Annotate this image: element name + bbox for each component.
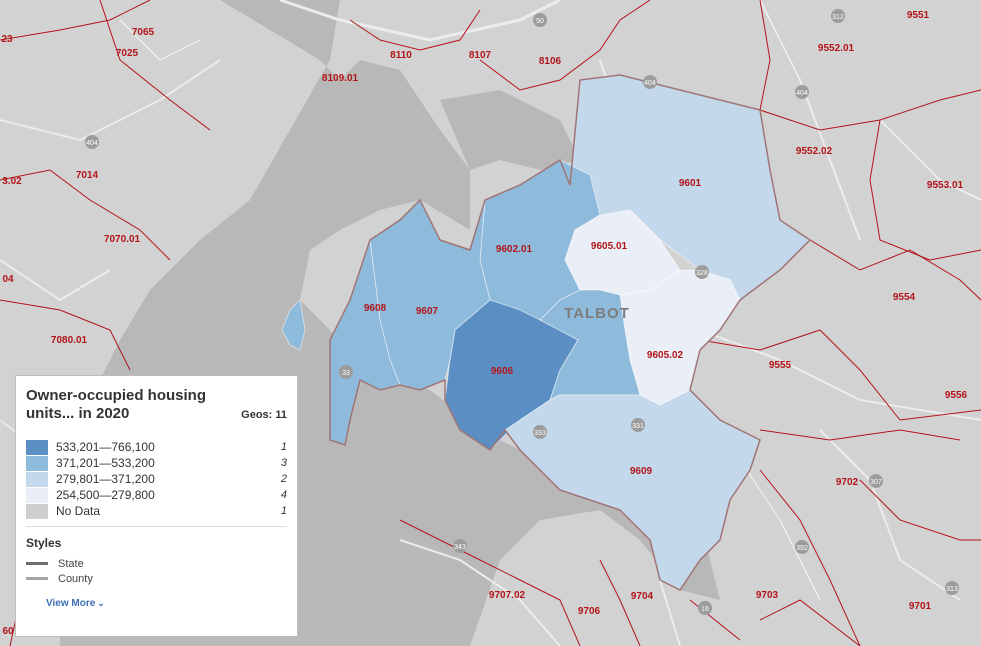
svg-text:404: 404 — [644, 80, 656, 87]
svg-text:8109.01: 8109.01 — [322, 73, 359, 84]
svg-text:328: 328 — [696, 270, 708, 277]
legend-class-row: 279,801—371,200 2 — [26, 471, 287, 487]
svg-text:50: 50 — [536, 18, 544, 25]
svg-text:9555: 9555 — [769, 360, 792, 371]
legend-panel: Owner-occupied housing units... in 2020 … — [15, 375, 298, 637]
shield-392-icon: 392 — [795, 540, 809, 554]
legend-class-row: 371,201—533,200 3 — [26, 455, 287, 471]
shield-343-icon: 343 — [453, 539, 467, 553]
legend-swatch — [26, 503, 48, 519]
svg-text:3.02: 3.02 — [2, 176, 22, 187]
county-label-talbot: TALBOT — [564, 305, 630, 322]
svg-text:8110: 8110 — [390, 50, 412, 61]
view-more-label: View More — [46, 598, 96, 609]
shield-404-icon: 404 — [795, 85, 809, 99]
legend-swatch — [26, 439, 48, 455]
label-9609: 9609 — [630, 466, 653, 477]
shield-312-icon: 312 — [831, 9, 845, 23]
label-9602-01: 9602.01 — [496, 244, 533, 255]
shield-16-icon: 16 — [698, 601, 712, 615]
svg-text:8107: 8107 — [469, 50, 492, 61]
svg-text:343: 343 — [454, 544, 466, 551]
svg-text:7070.01: 7070.01 — [104, 234, 141, 245]
styles-title: Styles — [26, 536, 62, 550]
svg-text:8106: 8106 — [539, 56, 562, 67]
label-9605-01: 9605.01 — [591, 241, 628, 252]
svg-text:9706: 9706 — [578, 606, 601, 617]
svg-text:9552.01: 9552.01 — [818, 43, 855, 54]
legend-divider — [26, 526, 287, 527]
svg-text:04: 04 — [2, 274, 14, 285]
legend-count: 2 — [280, 473, 287, 485]
legend-class-row: No Data 1 — [26, 503, 287, 519]
legend-range: 254,500—279,800 — [56, 488, 155, 502]
svg-text:9551: 9551 — [907, 10, 930, 21]
legend-count: 4 — [280, 489, 287, 501]
style-label: State — [58, 557, 84, 570]
legend-count: 3 — [280, 457, 287, 469]
shield-331-icon: 331 — [631, 418, 645, 432]
svg-text:9701: 9701 — [909, 601, 932, 612]
shield-333-icon: 333 — [533, 425, 547, 439]
svg-text:313: 313 — [946, 586, 958, 593]
svg-text:9703: 9703 — [756, 590, 779, 601]
svg-text:307: 307 — [870, 479, 882, 486]
legend-count: 1 — [280, 441, 287, 453]
shield-33-icon: 33 — [339, 365, 353, 379]
svg-text:331: 331 — [632, 423, 644, 430]
shield-404c-icon: 404 — [643, 75, 657, 89]
svg-text:9552.02: 9552.02 — [796, 146, 833, 157]
state-line-icon — [26, 562, 48, 565]
legend-swatch — [26, 471, 48, 487]
label-9605-02: 9605.02 — [647, 350, 684, 361]
svg-text:7025: 7025 — [116, 48, 139, 59]
svg-text:7065: 7065 — [132, 27, 155, 38]
legend-class-row: 533,201—766,100 1 — [26, 439, 287, 455]
svg-text:404: 404 — [796, 90, 808, 97]
legend-title: Owner-occupied housing units... in 2020 — [26, 387, 207, 422]
county-line-icon — [26, 577, 48, 580]
style-row-county: County — [26, 571, 287, 586]
svg-text:33: 33 — [342, 370, 350, 377]
legend-range: 533,201—766,100 — [56, 440, 155, 454]
svg-text:7014: 7014 — [76, 170, 99, 181]
legend-swatch — [26, 455, 48, 471]
svg-text:9556: 9556 — [945, 390, 968, 401]
legend-range: 279,801—371,200 — [56, 472, 155, 486]
chevron-down-icon: ⌄ — [97, 598, 105, 608]
svg-text:7080.01: 7080.01 — [51, 335, 88, 346]
legend-swatch — [26, 487, 48, 503]
view-more-link[interactable]: View More ⌄ — [46, 598, 105, 609]
label-9606: 9606 — [491, 366, 514, 377]
shield-307-icon: 307 — [869, 474, 883, 488]
style-row-state: State — [26, 556, 287, 571]
svg-text:9707.02: 9707.02 — [489, 590, 526, 601]
legend-range: No Data — [56, 504, 101, 518]
style-label: County — [58, 572, 93, 585]
svg-text:392: 392 — [796, 545, 808, 552]
svg-text:23: 23 — [1, 34, 13, 45]
legend-count: 1 — [280, 505, 287, 517]
svg-text:9553.01: 9553.01 — [927, 180, 964, 191]
legend-header: Owner-occupied housing units... in 2020 … — [26, 387, 287, 439]
legend-range: 371,201—533,200 — [56, 456, 155, 470]
svg-text:9702: 9702 — [836, 477, 859, 488]
shield-328-icon: 328 — [695, 265, 709, 279]
legend-class-row: 254,500—279,800 4 — [26, 487, 287, 503]
svg-text:333: 333 — [534, 430, 546, 437]
svg-text:60: 60 — [2, 626, 14, 637]
label-9601: 9601 — [679, 178, 702, 189]
label-9607: 9607 — [416, 306, 439, 317]
legend-geos-count: Geos: 11 — [241, 409, 287, 421]
svg-text:16: 16 — [701, 606, 709, 613]
svg-text:404: 404 — [86, 140, 98, 147]
svg-text:9704: 9704 — [631, 591, 654, 602]
label-9608: 9608 — [364, 303, 387, 314]
shield-313-icon: 313 — [945, 581, 959, 595]
shield-50-icon: 50 — [533, 13, 547, 27]
shield-404b-icon: 404 — [85, 135, 99, 149]
svg-text:312: 312 — [832, 14, 844, 21]
svg-text:9554: 9554 — [893, 292, 916, 303]
